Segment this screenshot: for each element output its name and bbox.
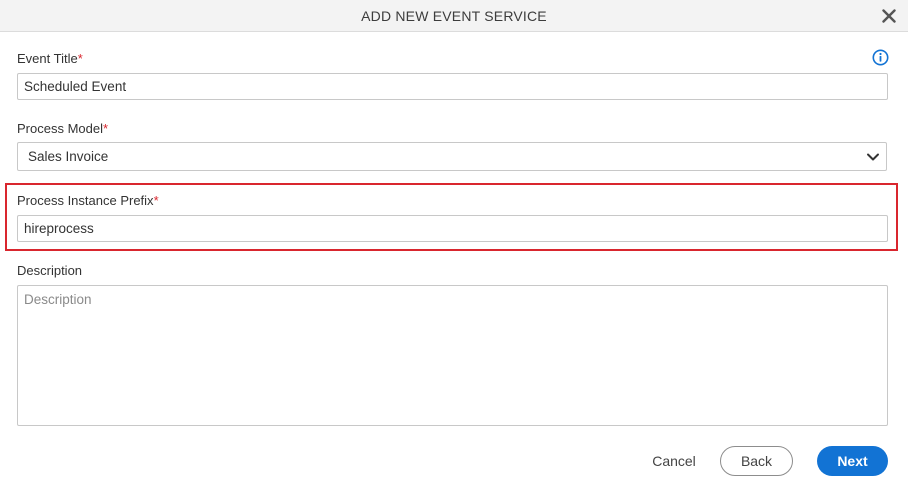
next-button[interactable]: Next — [817, 446, 888, 476]
process-instance-prefix-label-text: Process Instance Prefix — [17, 193, 154, 208]
event-title-label: Event Title* — [17, 51, 83, 67]
required-mark: * — [153, 193, 159, 208]
process-instance-prefix-label: Process Instance Prefix* — [17, 193, 159, 209]
chevron-down-icon[interactable] — [866, 150, 880, 164]
event-title-label-text: Event Title — [17, 51, 78, 66]
process-model-select[interactable]: Sales Invoice — [17, 142, 887, 171]
process-model-label: Process Model* — [17, 121, 108, 137]
required-mark: * — [77, 51, 83, 66]
process-instance-prefix-input[interactable] — [17, 215, 888, 242]
close-icon[interactable] — [881, 8, 897, 24]
dialog-header: ADD NEW EVENT SERVICE — [0, 0, 908, 32]
dialog-title: ADD NEW EVENT SERVICE — [361, 8, 547, 24]
event-title-input[interactable] — [17, 73, 888, 100]
process-model-selected-value: Sales Invoice — [28, 149, 109, 164]
description-textarea[interactable] — [17, 285, 888, 426]
process-model-label-text: Process Model — [17, 121, 103, 136]
required-mark: * — [102, 121, 109, 136]
add-event-service-dialog: ADD NEW EVENT SERVICE Event Title* Proce… — [0, 0, 908, 489]
info-icon[interactable] — [872, 49, 889, 66]
back-button[interactable]: Back — [720, 446, 793, 476]
cancel-button[interactable]: Cancel — [642, 447, 706, 475]
description-label: Description — [17, 263, 83, 278]
